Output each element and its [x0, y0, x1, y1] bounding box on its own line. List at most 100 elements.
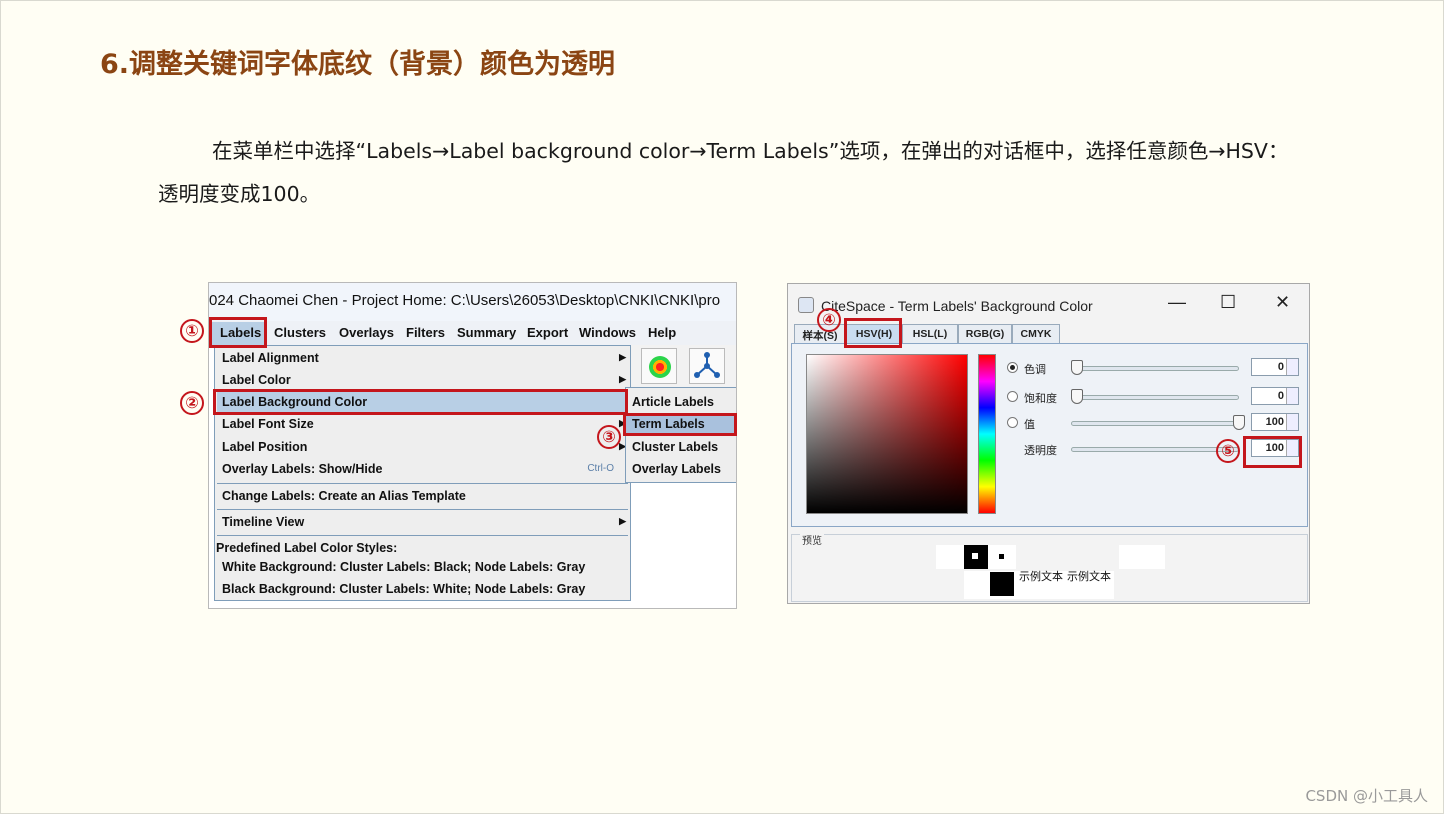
submenu-arrow-icon: ▶ [619, 352, 626, 362]
preview-label: 预览 [800, 532, 824, 547]
menu-windows[interactable]: Windows [579, 325, 636, 340]
step-badge-5: ⑤ [1216, 439, 1240, 463]
saturation-row: 饱和度 0 [1007, 385, 1303, 411]
alpha-label: 透明度 [1024, 445, 1057, 457]
value-spinner[interactable]: 100 [1251, 413, 1299, 431]
paragraph-line-2: 透明度变成100。 [158, 182, 321, 206]
hue-radio[interactable] [1007, 362, 1018, 373]
dialog-title-bar: CiteSpace - Term Labels' Background Colo… [788, 284, 1309, 324]
shortcut-hint: Ctrl-O [587, 463, 614, 474]
window-title: 024 Chaomei Chen - Project Home: C:\User… [209, 283, 736, 321]
tab-cmyk[interactable]: CMYK [1012, 324, 1060, 343]
menu-overlays[interactable]: Overlays [339, 325, 394, 340]
tree-view-button[interactable] [689, 348, 725, 384]
paragraph-text-1: 在菜单栏中选择“Labels→Label background color→Te… [212, 139, 1289, 163]
value-value: 100 [1265, 416, 1284, 428]
labels-dropdown: Label Alignment ▶ Label Color ▶ Label Back… [214, 345, 633, 601]
ring-view-button[interactable] [641, 348, 677, 384]
ring-icon [649, 356, 671, 378]
menu-labels[interactable]: Labels [212, 322, 267, 345]
menu-separator [217, 483, 628, 484]
value-row: 值 100 [1007, 411, 1303, 437]
hue-row: 色调 0 [1007, 356, 1303, 382]
java-app-icon [798, 297, 814, 313]
preview-swatch-dot [972, 553, 978, 559]
menu-filters[interactable]: Filters [406, 325, 445, 340]
saturation-thumb[interactable] [1071, 389, 1083, 404]
menu-help[interactable]: Help [648, 325, 676, 340]
value-label: 值 [1024, 419, 1035, 431]
menu-export[interactable]: Export [527, 325, 568, 340]
menu-item-overlay-labels[interactable]: Overlay Labels: Show/Hide Ctrl-O [222, 459, 622, 481]
toolbar [629, 345, 736, 389]
saturation-spinner[interactable]: 0 [1251, 387, 1299, 405]
preview-sample-text: 示例文本 [1067, 571, 1111, 583]
preview-swatch [1119, 545, 1165, 569]
menu-item-timeline-view[interactable]: Timeline View ▶ [222, 512, 626, 534]
hue-value: 0 [1277, 361, 1284, 373]
instruction-paragraph: 在菜单栏中选择“Labels→Label background color→Te… [158, 130, 1368, 216]
step-badge-4: ④ [817, 308, 841, 332]
alpha-value: 100 [1265, 442, 1284, 454]
submenu-article-labels[interactable]: Article Labels [632, 395, 714, 409]
maximize-icon[interactable]: ☐ [1220, 292, 1236, 313]
menu-item-label-color[interactable]: Label Color ▶ [222, 370, 626, 392]
spinner-arrows-icon[interactable] [1286, 440, 1298, 456]
menu-item-label-alignment[interactable]: Label Alignment ▶ [222, 348, 626, 370]
preview-area: 预览 示例文本 示例文本 [791, 532, 1308, 602]
menu-separator [217, 535, 628, 536]
minimize-icon[interactable]: — [1168, 292, 1186, 313]
spinner-arrows-icon[interactable] [1286, 414, 1298, 430]
submenu-arrow-icon: ▶ [619, 516, 626, 526]
hue-track[interactable] [1071, 366, 1239, 371]
saturation-value-picker[interactable] [806, 354, 968, 514]
hue-slider[interactable] [978, 354, 996, 514]
preview-swatch-dot [999, 554, 1004, 559]
menu-clusters[interactable]: Clusters [274, 325, 326, 340]
menu-separator [217, 509, 628, 510]
menu-item-create-alias[interactable]: Change Labels: Create an Alias Template [222, 486, 622, 508]
csdn-watermark: CSDN @小工具人 [1305, 787, 1428, 805]
menu-bar: Labels Clusters Overlays Filters Summary… [209, 321, 736, 345]
submenu-overlay-labels[interactable]: Overlay Labels [632, 462, 721, 476]
preview-swatch-black [990, 572, 1014, 596]
label-background-submenu: Article Labels Term Labels Cluster Label… [625, 387, 736, 483]
spinner-arrows-icon[interactable] [1286, 359, 1298, 375]
tab-rgb[interactable]: RGB(G) [958, 324, 1012, 343]
hue-thumb[interactable] [1071, 360, 1083, 375]
value-radio[interactable] [1007, 417, 1018, 428]
step-badge-1: ① [180, 319, 204, 343]
menu-summary[interactable]: Summary [457, 325, 516, 340]
saturation-value: 0 [1277, 390, 1284, 402]
hsv-panel: 色调 0 饱和度 0 值 100 透明度 100 [791, 343, 1308, 527]
alpha-spinner[interactable]: 100 [1251, 439, 1299, 457]
menu-item-label-position[interactable]: Label Position ▶ [222, 437, 626, 459]
value-track[interactable] [1071, 421, 1239, 426]
menu-item-label-background-color[interactable]: Label Background Color▶ [217, 392, 633, 414]
submenu-term-labels[interactable]: Term Labels [626, 414, 736, 436]
paragraph-line-1: 在菜单栏中选择“Labels→Label background color→Te… [158, 130, 1368, 173]
menu-item-label-font-size[interactable]: Label Font Size ▶ [222, 414, 626, 436]
alpha-track[interactable] [1071, 447, 1239, 452]
menu-item-white-background[interactable]: White Background: Cluster Labels: Black;… [222, 557, 622, 579]
menu-item-black-background[interactable]: Black Background: Cluster Labels: White;… [222, 579, 622, 601]
value-thumb[interactable] [1233, 415, 1245, 430]
slide-heading: 6.调整关键词字体底纹（背景）颜色为透明 [100, 49, 616, 80]
network-icon [694, 352, 720, 378]
tab-hsl[interactable]: HSL(L) [902, 324, 958, 343]
labels-menu-screenshot: 024 Chaomei Chen - Project Home: C:\User… [208, 282, 737, 609]
tab-hsv[interactable]: HSV(H) [846, 324, 902, 343]
step-badge-3: ③ [597, 425, 621, 449]
submenu-cluster-labels[interactable]: Cluster Labels [632, 440, 718, 454]
saturation-radio[interactable] [1007, 391, 1018, 402]
close-icon[interactable]: ✕ [1275, 292, 1290, 313]
hue-label: 色调 [1024, 364, 1046, 376]
submenu-arrow-icon: ▶ [619, 374, 626, 384]
step-badge-2: ② [180, 391, 204, 415]
spinner-arrows-icon[interactable] [1286, 388, 1298, 404]
saturation-track[interactable] [1071, 395, 1239, 400]
alpha-row: 透明度 100 [1007, 437, 1303, 463]
hue-spinner[interactable]: 0 [1251, 358, 1299, 376]
dialog-title: CiteSpace - Term Labels' Background Colo… [821, 298, 1093, 314]
color-tabs: 样本(S) HSV(H) HSL(L) RGB(G) CMYK [788, 324, 1309, 344]
